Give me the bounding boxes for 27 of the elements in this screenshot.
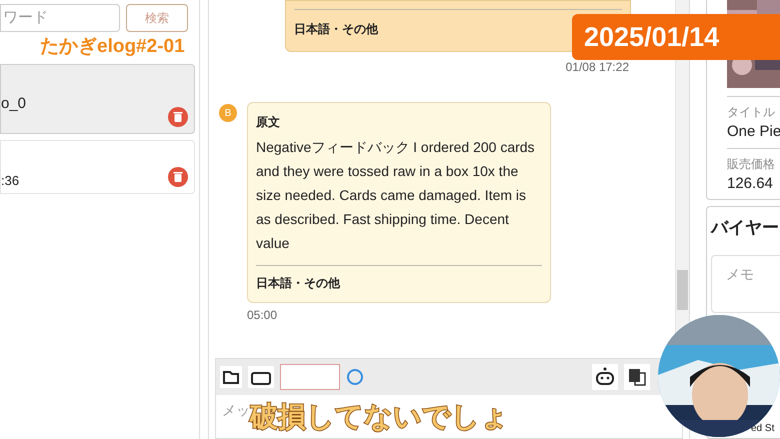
translate-icon[interactable] (624, 364, 650, 390)
date-banner: 2025/01/14 (572, 14, 780, 60)
toolbar-field[interactable] (280, 364, 340, 390)
message-heading: 原文 (256, 114, 281, 131)
circle-icon[interactable] (346, 368, 364, 386)
conversation-item[interactable]: :36 (0, 140, 195, 194)
conversation-label: o_0 (1, 94, 26, 114)
message-text: Negativeフィードバック I ordered 200 cards and they were tossed raw in a box 10x the size needed. Cards came damaged. Item is as described. Fast shipping time. Decent value (256, 138, 536, 253)
search-field[interactable]: ワード (0, 4, 120, 32)
buyer-heading: バイヤー (711, 217, 780, 239)
field-label: タイトル (727, 104, 776, 121)
avatar-badge: B (219, 104, 237, 122)
conversation-item[interactable]: o_0 (0, 64, 195, 134)
episode-title: たかぎelog#2-01 (40, 35, 185, 59)
message-time: 05:00 (247, 307, 278, 324)
field-value: 126.64 (727, 174, 774, 194)
field-label: 販売価格 (727, 156, 776, 172)
conversation-label: :36 (1, 172, 20, 190)
trash-icon[interactable] (168, 107, 188, 127)
folder-icon[interactable] (220, 366, 242, 388)
message-time: 01/08 17:22 (566, 59, 629, 76)
caption-text: 破損してないでしょ (250, 400, 509, 434)
robot-icon[interactable] (592, 364, 618, 390)
memo-field[interactable]: メモ (711, 254, 780, 312)
trash-icon[interactable] (168, 167, 188, 187)
language-label: 日本語・その他 (256, 275, 341, 292)
message-field[interactable]: メッ (216, 395, 250, 425)
